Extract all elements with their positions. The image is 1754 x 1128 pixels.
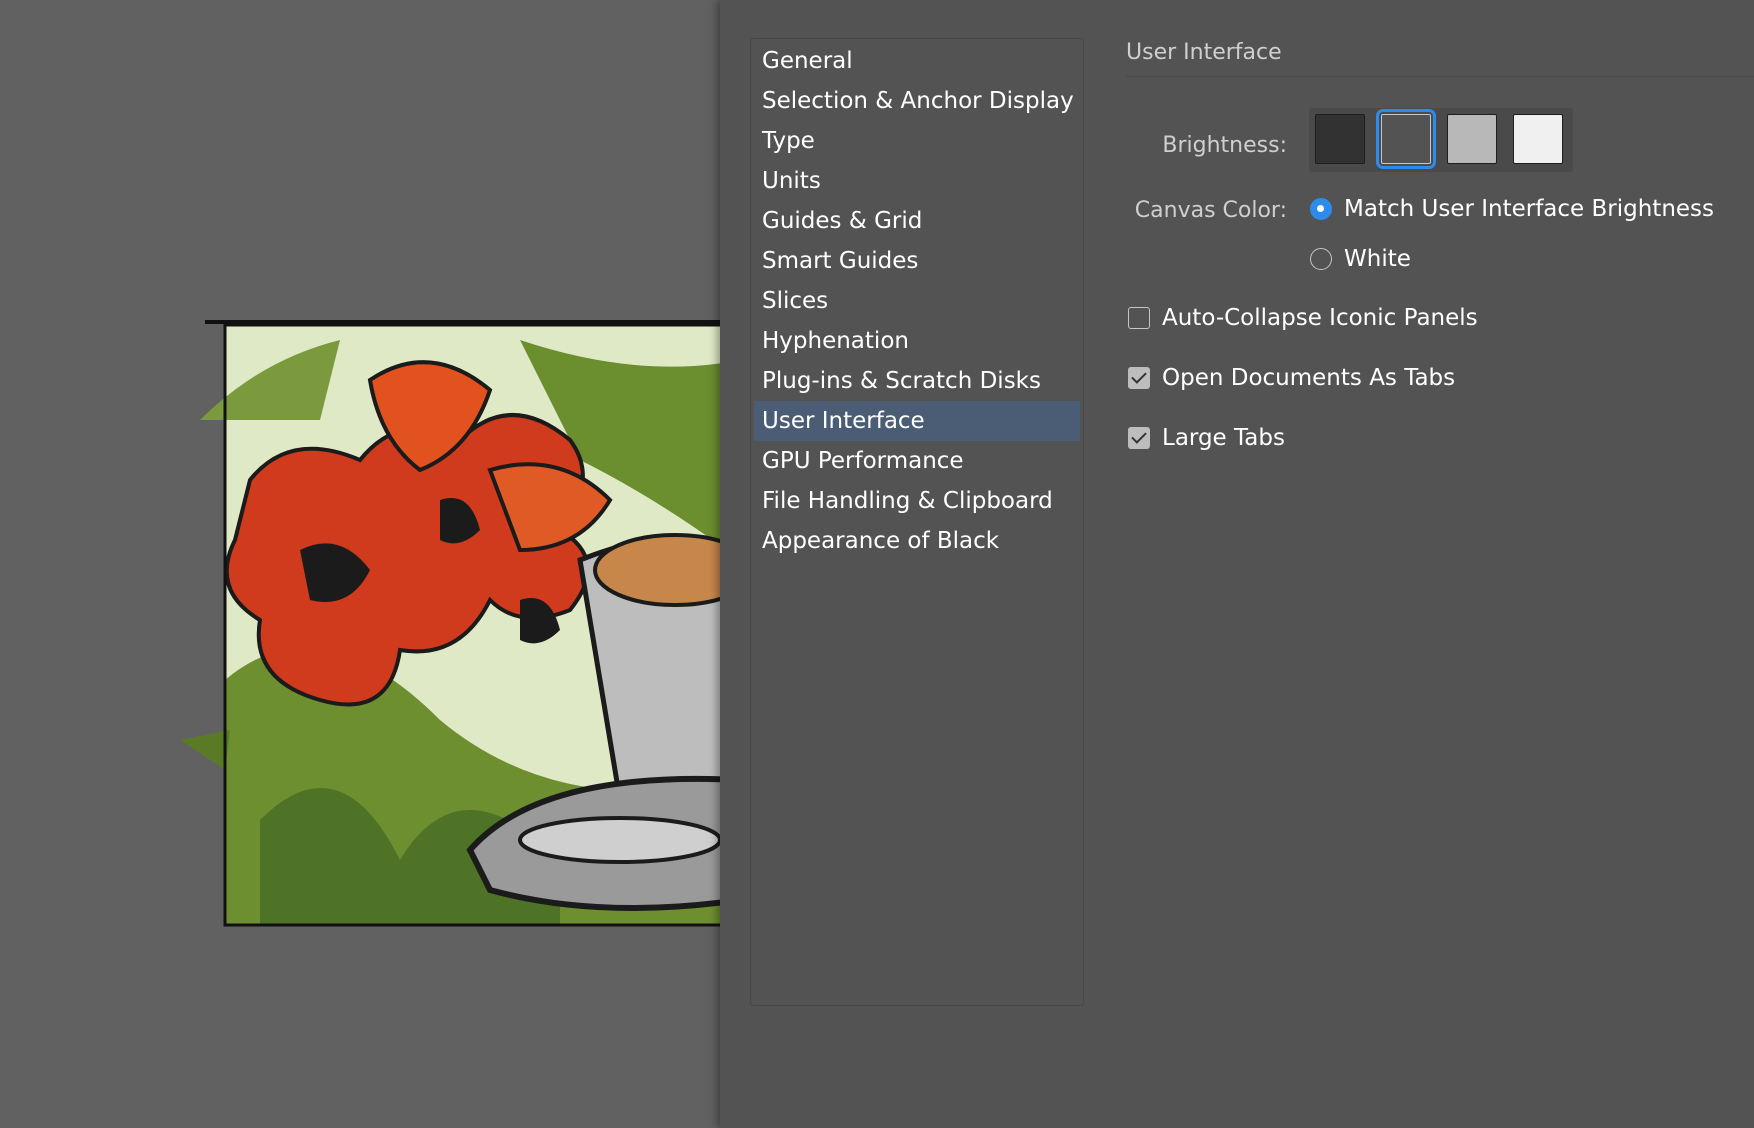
sidebar-item-plug-ins-scratch-disks[interactable]: Plug-ins & Scratch Disks (754, 361, 1080, 401)
large-tabs-label: Large Tabs (1162, 425, 1285, 451)
panel-title: User Interface (1126, 40, 1282, 65)
sidebar-item-units[interactable]: Units (754, 161, 1080, 201)
open-as-tabs-option[interactable]: Open Documents As Tabs (1128, 365, 1455, 391)
radio-match-brightness[interactable] (1310, 198, 1332, 220)
document-canvas[interactable] (0, 0, 720, 1128)
canvas-color-white-option[interactable]: White (1310, 246, 1411, 272)
large-tabs-checkbox[interactable] (1128, 427, 1150, 449)
brightness-label: Brightness: (1162, 133, 1287, 158)
title-divider (1126, 76, 1754, 77)
sidebar-item-type[interactable]: Type (754, 121, 1080, 161)
sidebar-item-hyphenation[interactable]: Hyphenation (754, 321, 1080, 361)
auto-collapse-checkbox[interactable] (1128, 307, 1150, 329)
large-tabs-option[interactable]: Large Tabs (1128, 425, 1285, 451)
user-interface-panel: User Interface Brightness: Canvas Color:… (1126, 0, 1754, 1128)
canvas-color-label: Canvas Color: (1134, 198, 1287, 223)
sidebar-item-appearance-of-black[interactable]: Appearance of Black (754, 521, 1080, 561)
brightness-swatch-1[interactable] (1315, 114, 1365, 164)
brightness-swatch-group (1309, 108, 1573, 172)
sidebar-item-gpu-performance[interactable]: GPU Performance (754, 441, 1080, 481)
radio-match-brightness-label: Match User Interface Brightness (1344, 196, 1715, 222)
preferences-dialog: General Selection & Anchor Display Type Uni… (720, 0, 1754, 1128)
artwork-illustration (180, 320, 720, 927)
open-as-tabs-label: Open Documents As Tabs (1162, 365, 1456, 391)
auto-collapse-label: Auto-Collapse Iconic Panels (1162, 305, 1478, 331)
sidebar-item-guides-grid[interactable]: Guides & Grid (754, 201, 1080, 241)
sidebar-item-user-interface[interactable]: User Interface (754, 401, 1080, 441)
brightness-swatch-4[interactable] (1513, 114, 1563, 164)
sidebar-item-file-handling-clipboard[interactable]: File Handling & Clipboard (754, 481, 1080, 521)
sidebar-item-general[interactable]: General (754, 41, 1080, 81)
sidebar-item-smart-guides[interactable]: Smart Guides (754, 241, 1080, 281)
sidebar-item-slices[interactable]: Slices (754, 281, 1080, 321)
brightness-swatch-2[interactable] (1376, 109, 1436, 169)
brightness-swatch-3[interactable] (1447, 114, 1497, 164)
radio-white-label: White (1344, 246, 1411, 272)
preferences-category-list: General Selection & Anchor Display Type Uni… (750, 38, 1084, 1006)
open-as-tabs-checkbox[interactable] (1128, 367, 1150, 389)
radio-white[interactable] (1310, 248, 1332, 270)
sidebar-item-selection-anchor-display[interactable]: Selection & Anchor Display (754, 81, 1080, 121)
auto-collapse-option[interactable]: Auto-Collapse Iconic Panels (1128, 305, 1478, 331)
canvas-color-match-option[interactable]: Match User Interface Brightness (1310, 196, 1714, 222)
